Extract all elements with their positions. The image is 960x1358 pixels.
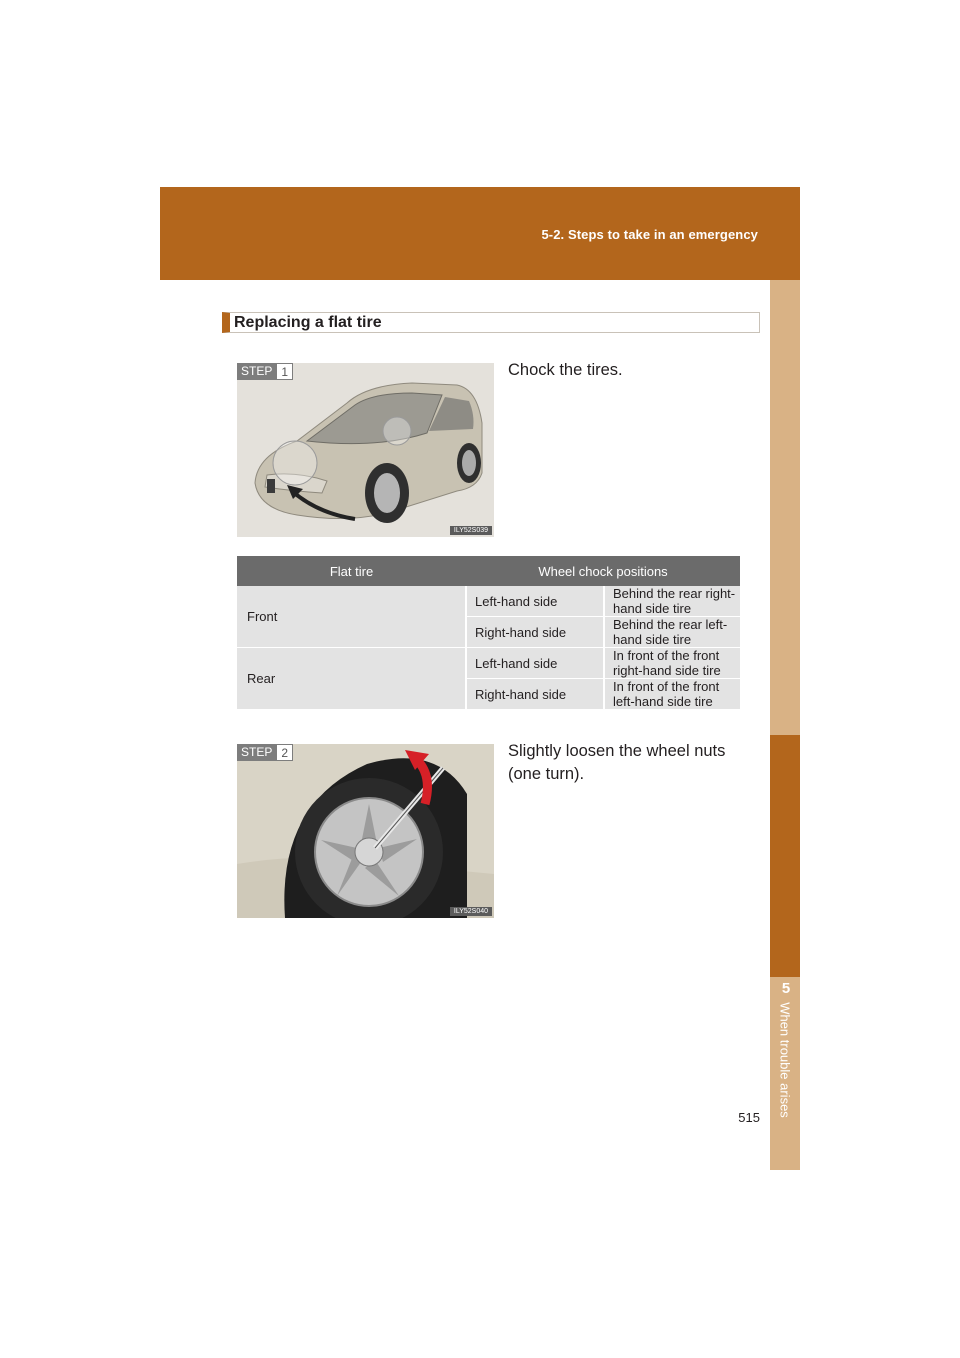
table-cell-group: Rear bbox=[237, 647, 467, 710]
header-band: 5-2. Steps to take in an emergency bbox=[160, 187, 800, 280]
table-cell-group: Front bbox=[237, 586, 467, 648]
table-row: Front Left-hand side Behind the rear rig… bbox=[237, 586, 740, 648]
wheel-illustration bbox=[237, 744, 494, 918]
table-cell-position: In front of the front right-hand side ti… bbox=[604, 647, 740, 679]
step-badge-number: 1 bbox=[276, 363, 294, 380]
step-1-badge: STEP 1 bbox=[237, 363, 294, 380]
car-illustration bbox=[237, 363, 494, 537]
table-header-flat-tire: Flat tire bbox=[237, 556, 466, 586]
step-2-badge: STEP 2 bbox=[237, 744, 294, 761]
car-chock-illustration: STEP 1 ILY52S039 bbox=[237, 363, 494, 537]
step-badge-label: STEP bbox=[237, 363, 277, 380]
chapter-tab bbox=[770, 735, 800, 977]
table-cell-side: Right-hand side bbox=[466, 678, 605, 710]
table-header-row: Flat tire Wheel chock positions bbox=[237, 556, 740, 586]
table-cell-side: Left-hand side bbox=[466, 647, 605, 679]
section-title: 5-2. Steps to take in an emergency bbox=[541, 227, 758, 242]
table-cell-position: In front of the front left-hand side tir… bbox=[604, 678, 740, 710]
table-cell-side: Right-hand side bbox=[466, 616, 605, 648]
figure-code: ILY52S040 bbox=[449, 907, 492, 916]
table-cell-position: Behind the rear right-hand side tire bbox=[604, 586, 740, 617]
table-row: Rear Left-hand side In front of the fron… bbox=[237, 647, 740, 710]
subheading-replacing-flat-tire: Replacing a flat tire bbox=[222, 312, 760, 333]
figure-code: ILY52S039 bbox=[449, 526, 492, 535]
step-badge-number: 2 bbox=[276, 744, 294, 761]
wheel-nut-illustration: STEP 2 ILY52S040 bbox=[237, 744, 494, 918]
table-cell-position: Behind the rear left-hand side tire bbox=[604, 616, 740, 648]
table-header-chock-positions: Wheel chock positions bbox=[466, 556, 740, 586]
step-2-text: Slightly loosen the wheel nuts (one turn… bbox=[508, 742, 726, 783]
page-number: 515 bbox=[738, 1110, 760, 1125]
chapter-name: When trouble arises bbox=[777, 1002, 793, 1118]
table-cell-side: Left-hand side bbox=[466, 586, 605, 617]
step-1-text: Chock the tires. bbox=[508, 361, 623, 379]
wheel-chock-table: Flat tire Wheel chock positions Front Le… bbox=[237, 556, 740, 710]
chapter-number: 5 bbox=[781, 980, 791, 997]
step-badge-label: STEP bbox=[237, 744, 277, 761]
